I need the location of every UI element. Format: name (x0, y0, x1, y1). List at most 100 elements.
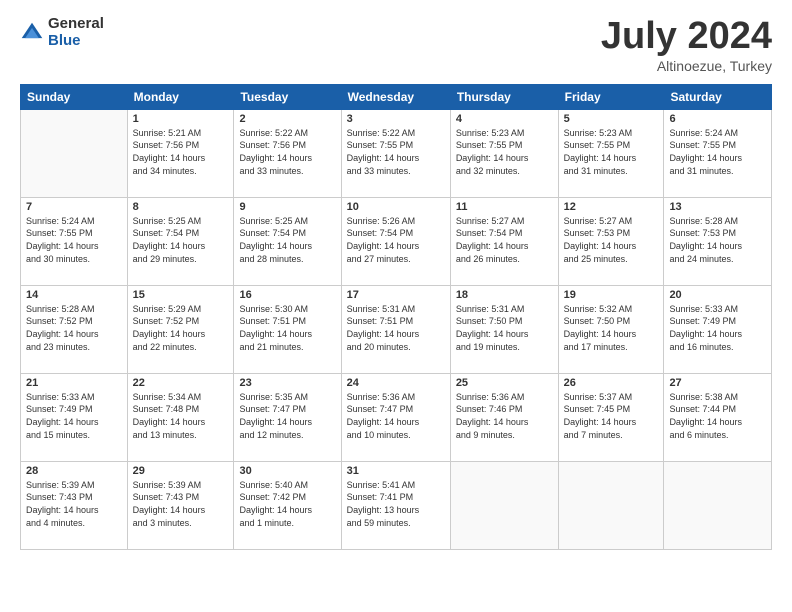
table-row: 6Sunrise: 5:24 AM Sunset: 7:55 PM Daylig… (664, 109, 772, 197)
day-number: 4 (456, 113, 553, 125)
day-info: Sunrise: 5:34 AM Sunset: 7:48 PM Dayligh… (133, 391, 229, 441)
day-number: 23 (239, 377, 335, 389)
day-number: 3 (347, 113, 445, 125)
day-info: Sunrise: 5:26 AM Sunset: 7:54 PM Dayligh… (347, 215, 445, 265)
table-row: 22 Sunrise: 5:34 AM Sunset: 7:48 PM Dayli… (127, 373, 234, 461)
day-info: Sunrise: 5:25 AM Sunset: 7:54 PM Dayligh… (133, 215, 229, 265)
day-info: Sunrise: 5:33 AM Sunset: 7:49 PM Dayligh… (669, 303, 766, 353)
calendar-week-3: 14 Sunrise: 5:28 AM Sunset: 7:52 PM Dayli… (21, 285, 772, 373)
day-number: 27 (669, 377, 766, 389)
table-row: 8 Sunrise: 5:25 AM Sunset: 7:54 PM Daylig… (127, 197, 234, 285)
day-info: Sunrise: 5:27 AM Sunset: 7:53 PM Dayligh… (564, 215, 659, 265)
header-thursday: Thursday (450, 84, 558, 109)
day-info: Sunrise: 5:24 AM Sunset: 7:55 PM Dayligh… (669, 127, 766, 177)
calendar-header-row: Sunday Monday Tuesday Wednesday Thursday… (21, 84, 772, 109)
table-row: 27 Sunrise: 5:38 AM Sunset: 7:44 PM Dayli… (664, 373, 772, 461)
day-number: 19 (564, 289, 659, 301)
day-info: Sunrise: 5:33 AM Sunset: 7:49 PM Dayligh… (26, 391, 122, 441)
logo-general-text: General (48, 16, 104, 33)
day-info: Sunrise: 5:28 AM Sunset: 7:52 PM Dayligh… (26, 303, 122, 353)
day-info: Sunrise: 5:32 AM Sunset: 7:50 PM Dayligh… (564, 303, 659, 353)
table-row: 3 Sunrise: 5:22 AM Sunset: 7:55 PM Daylig… (341, 109, 450, 197)
table-row: 9Sunrise: 5:25 AM Sunset: 7:54 PM Daylig… (234, 197, 341, 285)
day-number: 11 (456, 201, 553, 213)
calendar-week-1: 1 Sunrise: 5:21 AM Sunset: 7:56 PM Daylig… (21, 109, 772, 197)
day-number: 22 (133, 377, 229, 389)
day-info: Sunrise: 5:36 AM Sunset: 7:46 PM Dayligh… (456, 391, 553, 441)
day-number: 30 (239, 465, 335, 477)
day-info: Sunrise: 5:22 AM Sunset: 7:55 PM Dayligh… (347, 127, 445, 177)
day-number: 31 (347, 465, 445, 477)
table-row: 12 Sunrise: 5:27 AM Sunset: 7:53 PM Dayli… (558, 197, 664, 285)
table-row: 13Sunrise: 5:28 AM Sunset: 7:53 PM Dayli… (664, 197, 772, 285)
day-info: Sunrise: 5:36 AM Sunset: 7:47 PM Dayligh… (347, 391, 445, 441)
table-row: 11 Sunrise: 5:27 AM Sunset: 7:54 PM Dayli… (450, 197, 558, 285)
day-info: Sunrise: 5:38 AM Sunset: 7:44 PM Dayligh… (669, 391, 766, 441)
day-info: Sunrise: 5:35 AM Sunset: 7:47 PM Dayligh… (239, 391, 335, 441)
table-row: 26 Sunrise: 5:37 AM Sunset: 7:45 PM Dayli… (558, 373, 664, 461)
day-number: 7 (26, 201, 122, 213)
day-info: Sunrise: 5:31 AM Sunset: 7:50 PM Dayligh… (456, 303, 553, 353)
table-row: 29 Sunrise: 5:39 AM Sunset: 7:43 PM Dayli… (127, 461, 234, 549)
table-row: 21Sunrise: 5:33 AM Sunset: 7:49 PM Dayli… (21, 373, 128, 461)
table-row: 31Sunrise: 5:41 AM Sunset: 7:41 PM Dayli… (341, 461, 450, 549)
day-number: 9 (239, 201, 335, 213)
day-number: 5 (564, 113, 659, 125)
table-row: 19 Sunrise: 5:32 AM Sunset: 7:50 PM Dayli… (558, 285, 664, 373)
table-row: 23 Sunrise: 5:35 AM Sunset: 7:47 PM Dayli… (234, 373, 341, 461)
page: General Blue July 2024 Altinoezue, Turke… (0, 0, 792, 612)
day-number: 14 (26, 289, 122, 301)
day-number: 16 (239, 289, 335, 301)
header-sunday: Sunday (21, 84, 128, 109)
logo-text: General Blue (48, 16, 104, 49)
table-row: 1 Sunrise: 5:21 AM Sunset: 7:56 PM Daylig… (127, 109, 234, 197)
day-info: Sunrise: 5:21 AM Sunset: 7:56 PM Dayligh… (133, 127, 229, 177)
day-number: 24 (347, 377, 445, 389)
day-number: 28 (26, 465, 122, 477)
calendar-table: Sunday Monday Tuesday Wednesday Thursday… (20, 84, 772, 550)
day-info: Sunrise: 5:39 AM Sunset: 7:43 PM Dayligh… (133, 479, 229, 529)
calendar-week-5: 28 Sunrise: 5:39 AM Sunset: 7:43 PM Dayli… (21, 461, 772, 549)
day-number: 26 (564, 377, 659, 389)
table-row: 28 Sunrise: 5:39 AM Sunset: 7:43 PM Dayli… (21, 461, 128, 549)
table-row: 4 Sunrise: 5:23 AM Sunset: 7:55 PM Daylig… (450, 109, 558, 197)
day-number: 18 (456, 289, 553, 301)
table-row: 16 Sunrise: 5:30 AM Sunset: 7:51 PM Dayli… (234, 285, 341, 373)
day-number: 12 (564, 201, 659, 213)
table-row: 30 Sunrise: 5:40 AM Sunset: 7:42 PM Dayli… (234, 461, 341, 549)
day-number: 8 (133, 201, 229, 213)
day-info: Sunrise: 5:27 AM Sunset: 7:54 PM Dayligh… (456, 215, 553, 265)
header: General Blue July 2024 Altinoezue, Turke… (20, 16, 772, 74)
table-row (664, 461, 772, 549)
day-number: 10 (347, 201, 445, 213)
header-monday: Monday (127, 84, 234, 109)
day-info: Sunrise: 5:23 AM Sunset: 7:55 PM Dayligh… (564, 127, 659, 177)
table-row: 17Sunrise: 5:31 AM Sunset: 7:51 PM Dayli… (341, 285, 450, 373)
day-number: 17 (347, 289, 445, 301)
day-number: 2 (239, 113, 335, 125)
day-info: Sunrise: 5:30 AM Sunset: 7:51 PM Dayligh… (239, 303, 335, 353)
table-row: 24 Sunrise: 5:36 AM Sunset: 7:47 PM Dayli… (341, 373, 450, 461)
header-tuesday: Tuesday (234, 84, 341, 109)
month-title: July 2024 (601, 16, 772, 58)
day-number: 25 (456, 377, 553, 389)
day-info: Sunrise: 5:37 AM Sunset: 7:45 PM Dayligh… (564, 391, 659, 441)
day-number: 1 (133, 113, 229, 125)
table-row (21, 109, 128, 197)
table-row: 20Sunrise: 5:33 AM Sunset: 7:49 PM Dayli… (664, 285, 772, 373)
table-row (450, 461, 558, 549)
table-row: 25 Sunrise: 5:36 AM Sunset: 7:46 PM Dayli… (450, 373, 558, 461)
day-info: Sunrise: 5:40 AM Sunset: 7:42 PM Dayligh… (239, 479, 335, 529)
day-info: Sunrise: 5:29 AM Sunset: 7:52 PM Dayligh… (133, 303, 229, 353)
day-info: Sunrise: 5:24 AM Sunset: 7:55 PM Dayligh… (26, 215, 122, 265)
title-block: July 2024 Altinoezue, Turkey (601, 16, 772, 74)
logo-icon (20, 21, 44, 45)
header-wednesday: Wednesday (341, 84, 450, 109)
day-info: Sunrise: 5:39 AM Sunset: 7:43 PM Dayligh… (26, 479, 122, 529)
day-number: 29 (133, 465, 229, 477)
day-info: Sunrise: 5:23 AM Sunset: 7:55 PM Dayligh… (456, 127, 553, 177)
table-row: 18 Sunrise: 5:31 AM Sunset: 7:50 PM Dayli… (450, 285, 558, 373)
table-row: 7 Sunrise: 5:24 AM Sunset: 7:55 PM Daylig… (21, 197, 128, 285)
table-row (558, 461, 664, 549)
table-row: 5 Sunrise: 5:23 AM Sunset: 7:55 PM Daylig… (558, 109, 664, 197)
